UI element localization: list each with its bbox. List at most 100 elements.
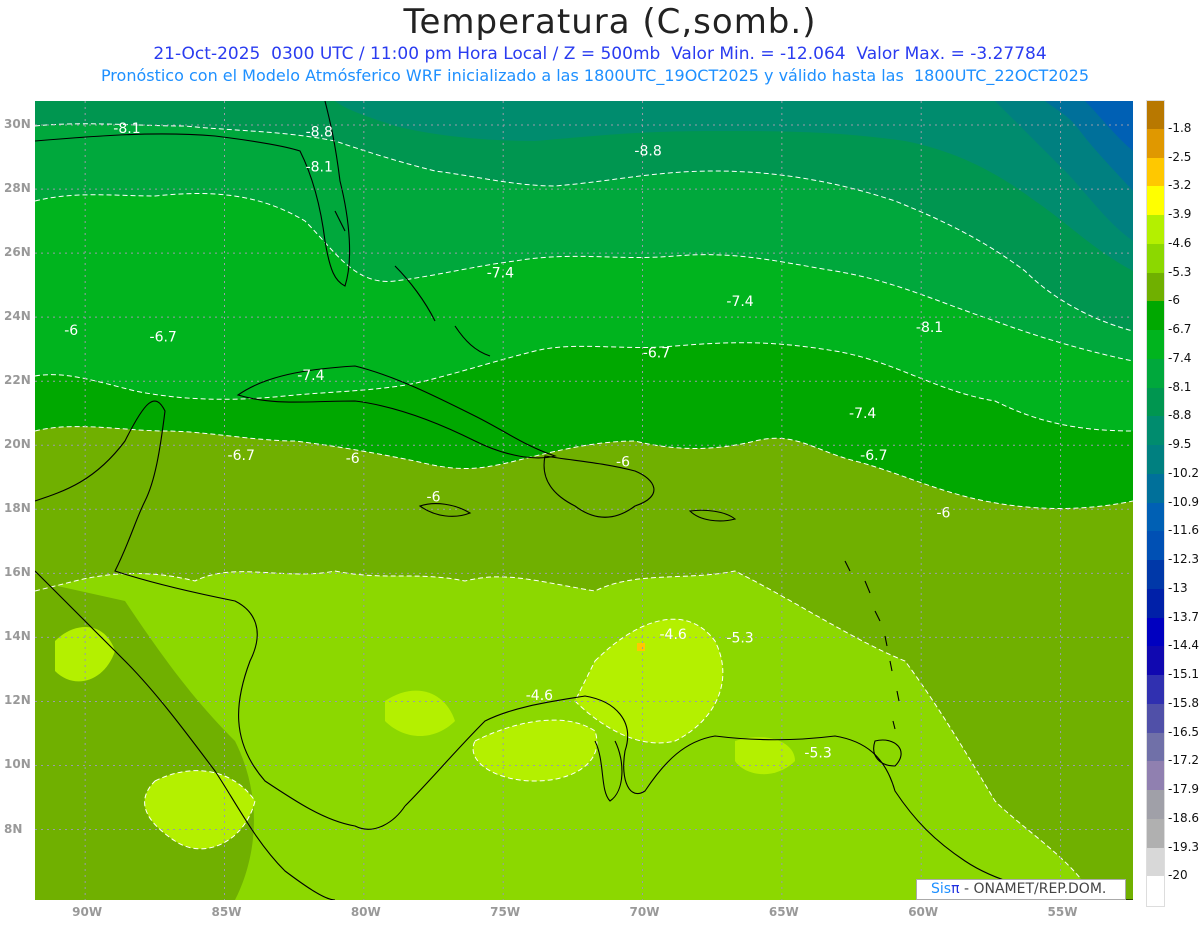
contour-label: -7.4: [297, 368, 324, 384]
colorbar-swatch: [1146, 588, 1165, 618]
contour-label: -8.1: [916, 320, 943, 336]
contour-label: -8.8: [634, 144, 661, 160]
subtitle-model-info: Pronóstico con el Modelo Atmósferico WRF…: [100, 66, 1090, 85]
lon-tick-label: 55W: [1047, 905, 1078, 919]
lon-tick-label: 90W: [72, 905, 103, 919]
colorbar-label: -15.1: [1168, 667, 1200, 681]
lat-tick-label: 16N: [4, 565, 31, 580]
lat-tick-label: 26N: [4, 245, 31, 260]
contour-label: -4.6: [526, 688, 553, 704]
lat-tick-label: 28N: [4, 181, 31, 196]
colorbar-label: -10.2: [1168, 465, 1200, 480]
contour-label: -8.1: [306, 160, 333, 176]
shaded-field: [35, 101, 1133, 900]
lat-tick-label: 8N: [4, 821, 23, 836]
colorbar-label: -13.7: [1168, 609, 1200, 624]
colorbar-label: -8.1: [1168, 379, 1192, 394]
colorbar-swatch: [1146, 272, 1165, 302]
colorbar-label: -14.4: [1168, 638, 1200, 653]
contour-label: -7.4: [849, 406, 876, 422]
colorbar-label: -9.5: [1168, 437, 1192, 451]
logo-sis: Sis: [931, 881, 952, 897]
contour-label: -8.1: [113, 121, 140, 137]
colorbar-swatch: [1146, 847, 1165, 877]
lon-tick-label: 75W: [490, 905, 521, 919]
temperature-map: -8.1 -8.8 -8.1 -8.8 -7.4 -7.4 -8.1 -6 -6.7 -6.7 -7…: [35, 101, 1133, 900]
colorbar-label: -7.4: [1168, 350, 1192, 365]
contour-label: -7.4: [726, 294, 753, 310]
colorbar-label: -4.6: [1168, 235, 1192, 250]
colorbar-swatch: [1146, 416, 1165, 446]
contour-label: -6.7: [228, 448, 255, 464]
contour-label: -6: [64, 323, 78, 339]
lat-tick-label: 24N: [4, 309, 31, 324]
colorbar-label: -6.7: [1168, 322, 1192, 336]
logo-text: - ONAMET/REP.DOM.: [959, 881, 1107, 897]
contour-label: -6: [937, 506, 951, 522]
contour-label: -5.3: [804, 746, 831, 762]
lon-tick-label: 60W: [908, 905, 939, 919]
chart-title: Temperatura (C,somb.): [403, 2, 817, 42]
colorbar-label: -17.2: [1168, 753, 1200, 768]
colorbar-label: -19.3: [1168, 839, 1200, 854]
lon-tick-label: 80W: [350, 905, 381, 919]
colorbar-label: -3.2: [1168, 178, 1192, 193]
lat-tick-label: 22N: [4, 373, 31, 388]
lon-tick-label: 65W: [768, 905, 799, 919]
colorbar-swatch: [1146, 157, 1165, 187]
colorbar-swatch: [1146, 818, 1165, 848]
lat-tick-label: 20N: [4, 437, 31, 452]
colorbar-label: -8.8: [1168, 408, 1192, 423]
colorbar-label: -18.6: [1168, 810, 1200, 825]
colorbar-swatch: [1146, 301, 1165, 331]
colorbar-label: -15.8: [1168, 695, 1200, 710]
colorbar-label: -13: [1168, 580, 1188, 595]
colorbar-label: -16.5: [1168, 724, 1200, 739]
colorbar-label: -5.3: [1168, 264, 1192, 279]
contour-label: -4.6: [660, 627, 687, 643]
lat-tick-label: 18N: [4, 501, 31, 516]
colorbar-swatch: [1146, 531, 1165, 561]
contour-label: -6: [346, 451, 360, 467]
contour-label: -7.4: [487, 265, 514, 281]
lat-tick-label: 10N: [4, 757, 31, 772]
colorbar-swatch: [1146, 502, 1165, 532]
colorbar-swatch: [1146, 617, 1165, 647]
colorbar-swatch: [1146, 128, 1165, 158]
contour-label: -6: [427, 489, 441, 505]
onamet-logo: Sisπ - ONAMET/REP.DOM.: [916, 879, 1126, 900]
colorbar-swatch: [1146, 387, 1165, 417]
colorbar-swatch: [1146, 761, 1165, 791]
colorbar-swatch: [1146, 186, 1165, 216]
colorbar-label: -12.3: [1168, 552, 1200, 566]
colorbar-swatch: [1146, 358, 1165, 388]
colorbar-label: -17.9: [1168, 782, 1200, 796]
contour-label: -5.3: [726, 630, 753, 646]
colorbar-swatch: [1146, 330, 1165, 360]
colorbar-label: -2.5: [1168, 149, 1192, 164]
colorbar-swatch: [1146, 445, 1165, 475]
colorbar-label: -1.8: [1168, 120, 1192, 135]
subtitle-valid-time: 21-Oct-2025 0300 UTC / 11:00 pm Hora Loc…: [153, 44, 1047, 64]
colorbar-swatch: [1146, 100, 1165, 131]
colorbar-label: -6: [1168, 293, 1180, 308]
colorbar-swatch: [1146, 243, 1165, 273]
contour-label: -6.7: [860, 448, 887, 464]
lat-tick-label: 30N: [4, 117, 31, 132]
logo-pi: π: [951, 881, 960, 897]
colorbar-swatch: [1146, 675, 1165, 705]
contour-label: -6: [616, 454, 630, 470]
lat-tick-label: 12N: [4, 693, 31, 708]
colorbar-swatch: [1146, 732, 1165, 762]
lon-tick-label: 70W: [629, 905, 660, 919]
lat-tick-label: 14N: [4, 629, 31, 644]
colorbar-label: -10.9: [1168, 494, 1200, 509]
colorbar-swatch: [1146, 790, 1165, 820]
colorbar-swatch: [1146, 560, 1165, 590]
colorbar-swatch: [1146, 215, 1165, 245]
contour-label: -6.7: [150, 329, 177, 345]
colorbar-label: -3.9: [1168, 207, 1192, 221]
colorbar-swatch: [1146, 646, 1165, 676]
field-max-spot: [637, 643, 645, 651]
lon-tick-label: 85W: [211, 905, 242, 919]
